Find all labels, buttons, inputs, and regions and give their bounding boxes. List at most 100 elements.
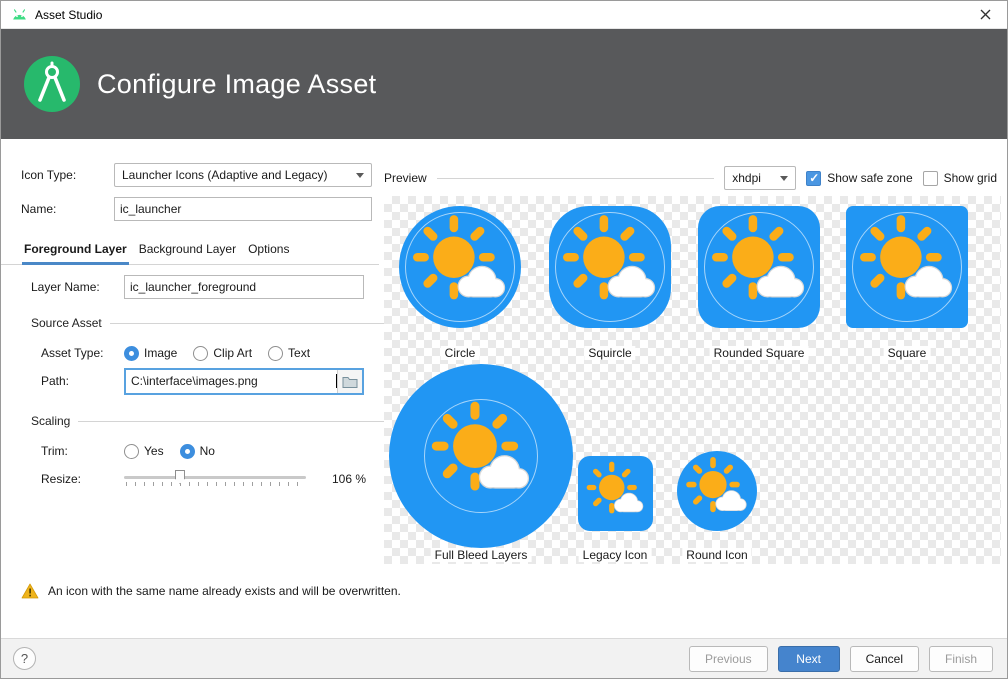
layer-name-input[interactable]: ic_launcher_foreground (124, 275, 364, 299)
folder-icon (342, 375, 358, 388)
tab-foreground-layer[interactable]: Foreground Layer (18, 236, 133, 264)
preview-icon-squircle (549, 206, 671, 328)
resize-row: Resize: 106 % (41, 467, 366, 491)
path-row: Path: C:\interface\images.png (41, 367, 364, 395)
asset-type-radio-clip-art[interactable]: Clip Art (193, 346, 252, 361)
preview-icon-round (677, 451, 757, 531)
preview-header: Preview xhdpi Show safe zone Show grid (384, 166, 997, 190)
window-title: Asset Studio (35, 8, 102, 22)
layer-name-label: Layer Name: (31, 280, 124, 294)
icon-type-label: Icon Type: (21, 168, 114, 182)
path-input-wrapper: C:\interface\images.png (124, 368, 364, 395)
asset-type-row: Asset Type: Image Clip Art Text (41, 341, 326, 365)
slider-ticks (126, 482, 306, 486)
resize-value: 106 % (332, 472, 366, 486)
radio-dot-icon (180, 444, 195, 459)
radio-dot-icon (268, 346, 283, 361)
preview-divider (437, 178, 715, 179)
preview-label-full-bleed: Full Bleed Layers (431, 548, 532, 562)
warning-text: An icon with the same name already exist… (48, 584, 401, 598)
preview-title: Preview (384, 171, 427, 185)
checkbox-icon (806, 171, 821, 186)
trim-label: Trim: (41, 444, 124, 458)
cancel-button[interactable]: Cancel (850, 646, 919, 672)
show-grid-label: Show grid (944, 171, 997, 185)
icon-type-select[interactable]: Launcher Icons (Adaptive and Legacy) (114, 163, 372, 187)
footer-bar: ? Previous Next Cancel Finish (1, 638, 1007, 678)
trim-row: Trim: Yes No (41, 439, 231, 463)
tab-background-layer[interactable]: Background Layer (133, 236, 242, 264)
asset-type-radio-text[interactable]: Text (268, 346, 310, 361)
resize-slider[interactable] (124, 469, 306, 489)
preview-label-legacy: Legacy Icon (579, 548, 652, 562)
name-row: Name: ic_launcher (21, 197, 372, 221)
checkbox-icon (923, 171, 938, 186)
chevron-down-icon (780, 176, 788, 181)
sun-cloud-art (417, 392, 546, 521)
main-content: Icon Type: Launcher Icons (Adaptive and … (1, 139, 1007, 579)
browse-button[interactable] (337, 370, 362, 393)
source-asset-group-title: Source Asset (31, 316, 102, 330)
radio-dot-icon (124, 444, 139, 459)
sun-cloud-art (846, 206, 968, 328)
preview-label-squircle: Squircle (584, 346, 635, 360)
preview-canvas: Circle Squircle Rounded Square Square Fu… (384, 196, 1001, 564)
asset-studio-window: Asset Studio Configure Image Asset Icon … (0, 0, 1008, 679)
icon-type-value: Launcher Icons (Adaptive and Legacy) (122, 168, 327, 182)
preview-icon-legacy (578, 456, 653, 531)
layer-tabs: Foreground Layer Background Layer Option… (1, 235, 379, 265)
asset-type-radio-image[interactable]: Image (124, 346, 177, 361)
finish-button[interactable]: Finish (929, 646, 993, 672)
trim-option-label: Yes (144, 444, 164, 458)
preview-label-circle: Circle (441, 346, 480, 360)
dialog-header: Configure Image Asset (1, 29, 1007, 139)
density-select[interactable]: xhdpi (724, 166, 796, 190)
help-button[interactable]: ? (13, 647, 36, 670)
path-input[interactable]: C:\interface\images.png (126, 370, 335, 393)
show-safe-zone-checkbox[interactable]: Show safe zone (806, 171, 912, 186)
next-button[interactable]: Next (778, 646, 840, 672)
slider-track (124, 476, 306, 479)
show-safe-zone-label: Show safe zone (827, 171, 912, 185)
chevron-down-icon (356, 173, 364, 178)
layer-name-row: Layer Name: ic_launcher_foreground (31, 275, 364, 299)
title-bar: Asset Studio (1, 1, 1007, 29)
density-value: xhdpi (732, 171, 761, 185)
preview-label-square: Square (884, 346, 931, 360)
close-button[interactable] (963, 1, 1007, 28)
radio-dot-icon (193, 346, 208, 361)
previous-button[interactable]: Previous (689, 646, 768, 672)
asset-type-option-label: Text (288, 346, 310, 360)
warning-icon (21, 583, 39, 599)
dialog-title: Configure Image Asset (97, 69, 376, 100)
preview-icon-circle (399, 206, 521, 328)
path-label: Path: (41, 374, 124, 388)
close-icon (980, 9, 991, 20)
sun-cloud-art (677, 451, 757, 531)
trim-radio-no[interactable]: No (180, 444, 215, 459)
preview-label-rounded-square: Rounded Square (710, 346, 809, 360)
sun-cloud-art (698, 206, 820, 328)
trim-option-label: No (200, 444, 215, 458)
radio-dot-icon (124, 346, 139, 361)
sun-cloud-art (578, 456, 653, 531)
sun-cloud-art (399, 206, 521, 328)
preview-icon-full-bleed (389, 364, 573, 548)
scaling-group-title: Scaling (31, 414, 70, 428)
icon-type-row: Icon Type: Launcher Icons (Adaptive and … (21, 163, 372, 187)
preview-icon-rounded-square (698, 206, 820, 328)
warning-banner: An icon with the same name already exist… (21, 583, 401, 599)
trim-radio-yes[interactable]: Yes (124, 444, 164, 459)
tab-options[interactable]: Options (242, 236, 295, 264)
show-grid-checkbox[interactable]: Show grid (923, 171, 997, 186)
preview-label-round: Round Icon (682, 548, 751, 562)
asset-type-option-label: Clip Art (213, 346, 252, 360)
asset-type-option-label: Image (144, 346, 177, 360)
name-label: Name: (21, 202, 114, 216)
resize-label: Resize: (41, 472, 124, 486)
preview-icon-square (846, 206, 968, 328)
android-studio-logo (23, 55, 81, 113)
name-input[interactable]: ic_launcher (114, 197, 372, 221)
asset-type-label: Asset Type: (41, 346, 124, 360)
sun-cloud-art (549, 206, 671, 328)
